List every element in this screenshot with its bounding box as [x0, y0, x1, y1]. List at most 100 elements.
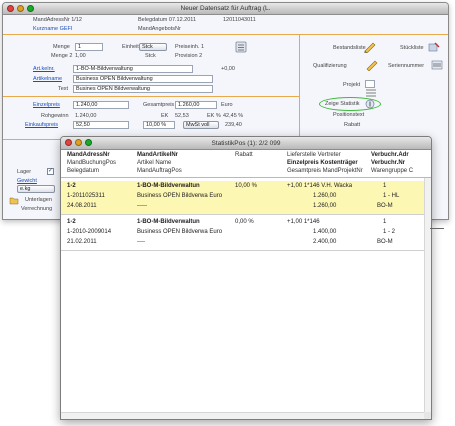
col-mandbuchungpos[interactable]: MandBuchungPos — [67, 160, 116, 166]
cell-verbuchrnr: 1 - 2 — [383, 229, 396, 235]
cell-verbuchradr: 1 — [383, 183, 387, 189]
col-mandartikelnr[interactable]: MandArtikelNr — [137, 152, 178, 158]
artikelname-input[interactable]: Business OPEN Bildverwaltung — [73, 75, 213, 83]
bestandsliste-label: Bestandsliste — [333, 45, 366, 51]
col-gesamtpreis[interactable]: Gesamtpreis MandProjektNr — [287, 168, 363, 174]
einkaufspreis-input[interactable]: 52,50 — [73, 121, 129, 129]
menge2-value: 1,00 — [75, 53, 86, 59]
table-row[interactable]: 1-2 1-BO-M-Bildverwaltun 10,00 % +1,00 1… — [61, 181, 431, 214]
callout-line — [430, 228, 444, 229]
col-belegdatum[interactable]: Belegdatum — [67, 168, 99, 174]
seriennummer-label: Seriennummer — [388, 63, 425, 69]
serial-icon[interactable] — [431, 59, 445, 71]
rabatt2-label: Rabatt — [344, 122, 361, 128]
einheit-select[interactable]: Stck — [139, 43, 167, 51]
preiseinh-label: Preiseinh. 1 — [175, 44, 205, 50]
gewicht-link[interactable]: Gewicht — [17, 178, 37, 184]
gesamtpreis-value: 1.260,00 — [175, 101, 217, 109]
einzelpreis-link[interactable]: Einzelpreis — [33, 102, 60, 108]
statistics-window: StatistikPos (1): 2/2 099 MandAdressNr M… — [60, 136, 432, 420]
unterlagen-label: Unterlagen — [25, 197, 52, 203]
cell-mandadressnr: 1-2 — [67, 219, 76, 225]
cell-lieferstelle: +1,00 1*146 V.H. Wacka — [287, 183, 353, 189]
col-artikelname[interactable]: Artikel Name — [137, 160, 171, 166]
table-row[interactable]: 1-2 1-BO-M-Bildverwaltun 0,00 % +1,00 1*… — [61, 217, 431, 250]
statistics-title-bar[interactable]: StatistikPos (1): 2/2 099 — [61, 137, 431, 150]
col-lieferstelle[interactable]: Lieferstelle Vertreter — [287, 152, 341, 158]
cell-mandartikelnr: 1-BO-M-Bildverwaltun — [137, 183, 200, 189]
cell-mandbuchungpos: 1-2010-2009014 — [67, 229, 112, 235]
cell-rabatt: 10,00 % — [235, 183, 258, 189]
row-separator — [61, 250, 431, 251]
cell-belegdatum: 21.02.2011 — [67, 239, 97, 245]
tools-icon[interactable] — [427, 41, 441, 53]
statistics-button-icon[interactable] — [365, 99, 379, 111]
text-input[interactable]: Busines OPEN Bildverwaltung — [73, 85, 213, 93]
vertical-scrollbar[interactable] — [424, 178, 431, 412]
belegdatum-label: Belegdatum 07.12.2011 — [138, 17, 196, 23]
menge-input[interactable]: 1 — [75, 43, 103, 51]
artikelname-link[interactable]: Artikelname — [33, 76, 62, 82]
rohgewinn-label: Rohgewinn — [41, 113, 69, 119]
cell-mandauftragpos: ----- — [137, 203, 147, 209]
col-einzelpreis[interactable]: Einzelpreis Kostenträger — [287, 160, 358, 166]
cell-mandauftragpos: ---- — [137, 239, 145, 245]
cell-warengruppe: BO-M — [377, 239, 393, 245]
zeige-statistik-label: Zeige Statistik — [325, 101, 360, 107]
positionstext-label: Positionstext — [333, 112, 365, 118]
article-divider — [3, 96, 299, 97]
einkaufspreis-link[interactable]: Einkaufspreis — [25, 122, 58, 128]
cell-verbuchrnr: 1 - HL — [383, 193, 400, 199]
lager-label: Lager — [17, 169, 32, 175]
col-warengruppe[interactable]: Warengruppe C — [371, 168, 413, 174]
col-mandadressnr[interactable]: MandAdressNr — [67, 152, 110, 158]
cell-einzelpreis: 1.400,00 — [313, 229, 337, 235]
verrechnung-label: Verrechnung — [21, 206, 53, 212]
menge2-label: Menge 2 — [51, 53, 73, 59]
ek-label: EK — [161, 113, 169, 119]
belegnr-value: 12011043011 — [223, 17, 256, 23]
cell-artikelname: Business OPEN Bildverwa Euro — [137, 229, 223, 235]
edit-pencil-icon[interactable] — [365, 59, 379, 72]
stueckliste-label: Stückliste — [400, 45, 424, 51]
col-verbuchradr[interactable]: Verbuchr.Adr — [371, 152, 409, 158]
cell-mandartikelnr: 1-BO-M-Bildverwaltun — [137, 219, 200, 225]
mwst-select[interactable]: MwSt voll — [183, 121, 219, 129]
window-title: Neuer Datensatz für Auftrag (L. — [180, 5, 271, 12]
header-divider — [3, 34, 448, 35]
cell-mandadressnr: 1-2 — [67, 183, 76, 189]
cell-artikelname: Business OPEN Bildverwa Euro — [137, 193, 223, 199]
title-bar[interactable]: Neuer Datensatz für Auftrag (L. — [3, 3, 448, 15]
row-separator — [61, 214, 431, 215]
einheit2-value: Stck — [145, 53, 156, 59]
statistics-window-title: StatistikPos (1): 2/2 099 — [211, 140, 281, 147]
col-verbuchrnr[interactable]: Verbuchr.Nr — [371, 160, 405, 166]
provision-label: Provision 2 — [175, 53, 203, 59]
artikelnr-extra: +0,00 — [221, 66, 235, 72]
einzelpreis-input[interactable]: 1.240,00 — [73, 101, 129, 109]
statistics-header: MandAdressNr MandArtikelNr Rabatt Liefer… — [61, 150, 431, 178]
ek-value: 52,53 — [175, 113, 189, 119]
rohgewinn-value: 1.240,00 — [75, 113, 97, 119]
lager-checkbox[interactable]: ✓ — [47, 168, 54, 175]
einheit-label: Einheit — [122, 44, 139, 50]
projekt-input[interactable] — [365, 80, 375, 88]
resize-handle[interactable] — [424, 412, 431, 419]
pencil-icon[interactable] — [363, 41, 377, 54]
mandadressnr-label: MandAdressNr 1/12 — [33, 17, 82, 23]
col-rabatt[interactable]: Rabatt — [235, 152, 253, 158]
kurzname-label: Kurzname GEFI — [33, 26, 73, 32]
cell-rabatt: 0,00 % — [235, 219, 254, 225]
artikelnr-link[interactable]: Art.kelnr. — [33, 66, 55, 72]
ekpct-label: EK % — [207, 113, 221, 119]
col-mandauftragpos[interactable]: MandAuftragPos — [137, 168, 182, 174]
rabatt-input[interactable]: 10,00 % — [143, 121, 175, 129]
calculator-icon[interactable] — [235, 41, 249, 53]
cell-gesamtpreis: 1.260,00 — [313, 203, 337, 209]
horizontal-scrollbar[interactable] — [61, 412, 424, 419]
einheit-gewicht-select[interactable]: e.kg — [17, 185, 55, 193]
ekpct-value: 42,45 % — [223, 113, 244, 119]
projekt-label: Projekt — [343, 82, 361, 88]
cell-belegdatum: 24.08.2011 — [67, 203, 97, 209]
artikelnr-input[interactable]: 1-BO-M-Bildverwaltung — [73, 65, 193, 73]
